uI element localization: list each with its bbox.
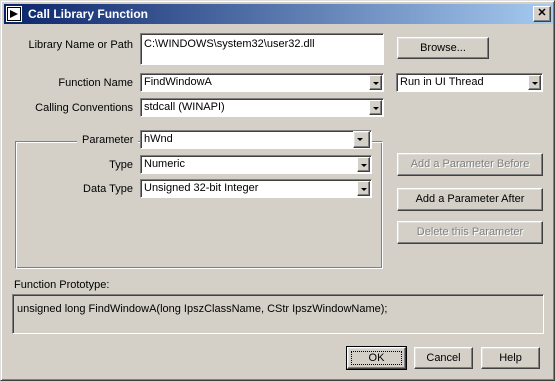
- window-title: Call Library Function: [28, 7, 149, 21]
- library-label: Library Name or Path: [28, 39, 133, 51]
- help-label: Help: [499, 352, 522, 364]
- chevron-down-icon: [354, 132, 369, 147]
- title-bar[interactable]: Call Library Function ✕: [4, 4, 553, 24]
- browse-button-label: Browse...: [420, 42, 466, 54]
- chevron-down-icon[interactable]: [357, 181, 370, 196]
- type-select[interactable]: Numeric: [140, 155, 372, 174]
- parameter-select[interactable]: hWnd: [140, 130, 372, 149]
- calling-conventions-label: Calling Conventions: [35, 102, 133, 114]
- thread-select[interactable]: Run in UI Thread: [396, 73, 543, 92]
- parameter-label: Parameter: [77, 134, 139, 146]
- data-type-value: Unsigned 32-bit Integer: [144, 182, 259, 194]
- help-button[interactable]: Help: [481, 347, 540, 369]
- type-value: Numeric: [144, 158, 185, 170]
- ok-label: OK: [368, 352, 385, 364]
- chevron-down-icon[interactable]: [357, 157, 370, 172]
- parameter-dropdown-button[interactable]: [353, 131, 370, 148]
- data-type-select[interactable]: Unsigned 32-bit Integer: [140, 179, 372, 198]
- chevron-down-icon[interactable]: [369, 75, 382, 90]
- library-path-field[interactable]: C:\WINDOWS\system32\user32.dll: [140, 33, 384, 65]
- calling-conventions-select[interactable]: stdcall (WINAPI): [140, 98, 384, 117]
- type-label: Type: [109, 159, 133, 171]
- add-parameter-before-button[interactable]: Add a Parameter Before: [397, 153, 543, 176]
- browse-button[interactable]: Browse...: [397, 37, 489, 59]
- cancel-label: Cancel: [426, 352, 461, 364]
- chevron-down-icon[interactable]: [528, 75, 541, 90]
- labview-icon: [6, 6, 22, 22]
- library-path-value: C:\WINDOWS\system32\user32.dll: [144, 38, 315, 50]
- cancel-button[interactable]: Cancel: [414, 347, 473, 369]
- function-name-label: Function Name: [58, 77, 133, 89]
- add-parameter-after-button[interactable]: Add a Parameter After: [397, 188, 543, 211]
- function-prototype-label: Function Prototype:: [14, 279, 110, 291]
- function-name-select[interactable]: FindWindowA: [140, 73, 384, 92]
- data-type-label: Data Type: [83, 183, 133, 195]
- calling-conventions-value: stdcall (WINAPI): [144, 101, 225, 113]
- chevron-down-icon[interactable]: [369, 100, 382, 115]
- function-prototype-box: unsigned long FindWindowA(long IpszClass…: [12, 294, 544, 334]
- add-parameter-after-label: Add a Parameter After: [415, 193, 525, 205]
- close-button[interactable]: ✕: [533, 6, 551, 22]
- ok-button[interactable]: OK: [346, 346, 407, 370]
- function-name-value: FindWindowA: [144, 76, 212, 88]
- parameter-value: hWnd: [144, 133, 173, 145]
- add-parameter-before-label: Add a Parameter Before: [410, 158, 530, 170]
- dialog-window: Call Library Function ✕ Library Name or …: [0, 0, 555, 381]
- delete-parameter-button[interactable]: Delete this Parameter: [397, 221, 543, 244]
- function-prototype-value: unsigned long FindWindowA(long IpszClass…: [17, 303, 388, 315]
- delete-parameter-label: Delete this Parameter: [416, 226, 524, 238]
- thread-value: Run in UI Thread: [400, 76, 484, 88]
